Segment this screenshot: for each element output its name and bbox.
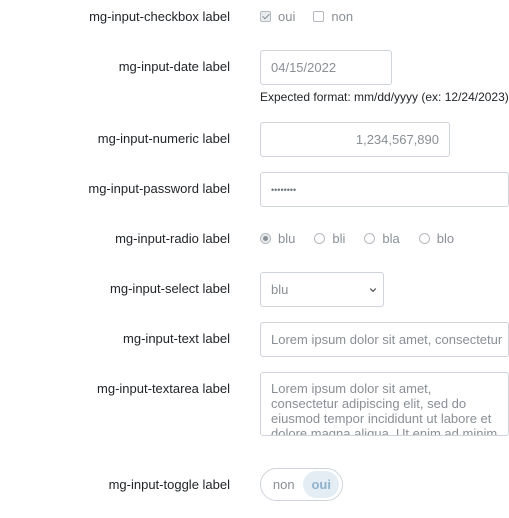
input-form: mg-input-checkbox label oui non mg-input…	[0, 0, 509, 518]
password-input[interactable]: ••••••••	[260, 172, 509, 207]
textarea-input[interactable]: Lorem ipsum dolor sit amet, consectetur …	[260, 372, 509, 436]
checkbox-oui[interactable]	[260, 11, 271, 22]
radio-option-bli[interactable]: bli	[314, 231, 345, 246]
radio-option-label: bla	[382, 231, 400, 246]
date-label: mg-input-date label	[118, 59, 230, 74]
toggle-switch[interactable]: non oui	[260, 468, 343, 501]
numeric-input[interactable]: 1,234,567,890	[260, 122, 450, 157]
date-help-text: Expected format: mm/dd/yyyy (ex: 12/24/2…	[260, 90, 509, 104]
checkbox-label: mg-input-checkbox label	[89, 9, 230, 24]
radio-option-label: bli	[332, 231, 346, 246]
password-label: mg-input-password label	[88, 181, 230, 196]
checkbox-option-oui[interactable]: oui	[260, 9, 295, 24]
numeric-label: mg-input-numeric label	[97, 131, 230, 146]
checkbox-option-label: non	[331, 9, 354, 24]
radio-blu[interactable]	[260, 233, 271, 244]
checkbox-non[interactable]	[313, 11, 325, 22]
toggle-option-non[interactable]: non	[264, 471, 303, 498]
toggle-label: mg-input-toggle label	[108, 477, 230, 492]
select-dropdown[interactable]: blu	[260, 272, 384, 307]
textarea-label: mg-input-textarea label	[97, 381, 230, 396]
checkbox-option-label: oui	[278, 9, 296, 24]
select-label: mg-input-select label	[110, 281, 230, 296]
radio-blo[interactable]	[418, 233, 430, 244]
radio-option-blo[interactable]: blo	[418, 231, 455, 246]
radio-option-label: blu	[278, 231, 296, 246]
text-input[interactable]: Lorem ipsum dolor sit amet, consectetur	[260, 322, 509, 357]
checkbox-group: oui non	[260, 9, 353, 24]
radio-group: blu bli bla blo	[260, 231, 473, 246]
chevron-down-icon	[369, 287, 377, 292]
text-label: mg-input-text label	[123, 331, 230, 346]
select-value: blu	[271, 282, 289, 297]
date-input[interactable]: 04/15/2022	[260, 50, 392, 85]
radio-bla[interactable]	[364, 233, 376, 244]
radio-bli[interactable]	[314, 233, 326, 244]
date-control: 04/15/2022 Expected format: mm/dd/yyyy (…	[260, 50, 509, 104]
radio-label: mg-input-radio label	[115, 231, 230, 246]
checkbox-row: mg-input-checkbox label oui non	[0, 9, 509, 25]
checkbox-option-non[interactable]: non	[313, 9, 353, 24]
radio-option-label: blo	[436, 231, 455, 246]
radio-option-blu[interactable]: blu	[260, 231, 295, 246]
toggle-option-oui[interactable]: oui	[303, 471, 339, 498]
radio-option-bla[interactable]: bla	[364, 231, 400, 246]
